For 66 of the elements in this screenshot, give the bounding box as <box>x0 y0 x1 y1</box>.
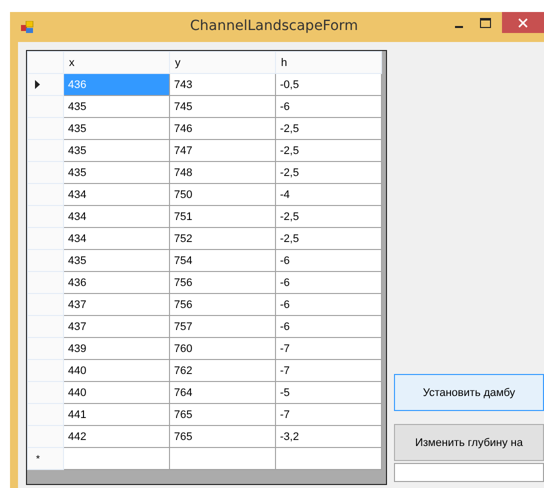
table-cell[interactable]: -6 <box>276 250 382 272</box>
table-cell[interactable]: 752 <box>170 228 276 250</box>
table-cell[interactable]: -2,5 <box>276 118 382 140</box>
table-cell[interactable]: 435 <box>64 96 170 118</box>
table-cell[interactable]: 437 <box>64 316 170 338</box>
table-cell[interactable]: 435 <box>64 162 170 184</box>
action-button[interactable]: Установить дамбу <box>394 374 544 411</box>
table-cell[interactable]: -7 <box>276 338 382 360</box>
table-cell[interactable]: -4 <box>276 184 382 206</box>
close-icon <box>518 18 528 28</box>
table-cell[interactable]: 765 <box>170 426 276 448</box>
table-cell[interactable]: 439 <box>64 338 170 360</box>
minimize-icon <box>455 26 463 28</box>
table-cell[interactable]: 764 <box>170 382 276 404</box>
table-cell[interactable]: 762 <box>170 360 276 382</box>
table-cell[interactable]: 746 <box>170 118 276 140</box>
table-cell[interactable]: 751 <box>170 206 276 228</box>
table-cell[interactable]: 757 <box>170 316 276 338</box>
table-cell[interactable]: 748 <box>170 162 276 184</box>
depth-input-field[interactable] <box>394 463 544 482</box>
table-cell[interactable]: 747 <box>170 140 276 162</box>
table-cell[interactable]: 750 <box>170 184 276 206</box>
column-header[interactable]: y <box>170 52 276 74</box>
table-cell[interactable]: 437 <box>64 294 170 316</box>
new-row-marker: * <box>36 454 40 464</box>
table-cell[interactable]: 434 <box>64 228 170 250</box>
corner-header <box>28 52 64 74</box>
table-cell[interactable]: -7 <box>276 404 382 426</box>
table-cell[interactable]: -2,5 <box>276 206 382 228</box>
table-cell[interactable]: 434 <box>64 184 170 206</box>
table-cell[interactable]: 440 <box>64 382 170 404</box>
column-header[interactable]: h <box>276 52 382 74</box>
table-cell[interactable]: 440 <box>64 360 170 382</box>
table-cell[interactable]: -6 <box>276 316 382 338</box>
table-cell[interactable]: -6 <box>276 272 382 294</box>
table-cell[interactable]: 743 <box>170 74 276 96</box>
table-cell[interactable]: 434 <box>64 206 170 228</box>
table-cell[interactable]: 441 <box>64 404 170 426</box>
app-icon <box>21 20 34 34</box>
table-cell[interactable]: 765 <box>170 404 276 426</box>
table-cell[interactable]: -5 <box>276 382 382 404</box>
table-cell[interactable]: -2,5 <box>276 140 382 162</box>
row-header[interactable] <box>28 74 64 96</box>
table-cell[interactable]: 754 <box>170 250 276 272</box>
column-header[interactable]: x <box>64 52 170 74</box>
table-cell[interactable]: 435 <box>64 250 170 272</box>
table-cell[interactable]: -6 <box>276 294 382 316</box>
window-title: ChannelLandscapeForm <box>190 18 358 34</box>
table-cell[interactable]: -7 <box>276 360 382 382</box>
table-cell[interactable]: 756 <box>170 272 276 294</box>
current-row-icon <box>35 80 40 89</box>
table-cell[interactable]: -3,2 <box>276 426 382 448</box>
table-cell[interactable]: 760 <box>170 338 276 360</box>
table-cell[interactable]: -2,5 <box>276 162 382 184</box>
table-cell[interactable]: -0,5 <box>276 74 382 96</box>
close-button[interactable] <box>502 12 544 33</box>
table-cell[interactable]: 756 <box>170 294 276 316</box>
action-button[interactable]: Изменить глубину на <box>394 424 544 461</box>
table-cell[interactable]: -6 <box>276 96 382 118</box>
table-cell[interactable]: 745 <box>170 96 276 118</box>
table-cell[interactable]: -2,5 <box>276 228 382 250</box>
table-cell[interactable]: 435 <box>64 118 170 140</box>
maximize-icon <box>480 18 490 28</box>
table-cell[interactable]: 436 <box>64 272 170 294</box>
table-cell[interactable]: 435 <box>64 140 170 162</box>
table-cell[interactable]: 442 <box>64 426 170 448</box>
